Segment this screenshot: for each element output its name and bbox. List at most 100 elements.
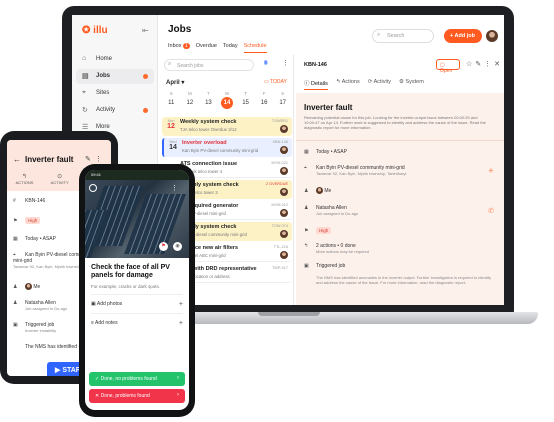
due-row: ▦ Today • ASAP — [304, 149, 347, 155]
card-day: 12 — [167, 123, 175, 130]
site-row[interactable]: ⌖ Kan Byin PV-diesel community mini-grid T… — [304, 165, 494, 177]
flag-icon: ⚑ — [304, 228, 309, 234]
tab-label: System — [405, 79, 424, 85]
tab-activity[interactable]: ⊙ ACTIVITY — [51, 173, 69, 185]
priority-row: ⚑ High — [13, 217, 41, 224]
job-search-input[interactable]: ⌕ Search jobs — [164, 59, 254, 71]
card-tag: TOWER1 — [271, 119, 288, 123]
phone-icon[interactable]: ✆ — [488, 207, 494, 215]
status-bar: 09:41 — [85, 170, 189, 180]
sidebar-item-jobs[interactable]: ▤ Jobs — [76, 69, 154, 84]
card-tag: TTL-216 — [273, 245, 288, 249]
job-card[interactable]: Mon 12 Weekly system check TJA telco towe… — [162, 117, 292, 136]
notification-dot — [143, 108, 148, 113]
user-avatar[interactable] — [486, 30, 498, 42]
tab-label: Details — [311, 81, 328, 87]
sidebar-item-sites[interactable]: ⌖ Sites — [76, 86, 154, 101]
camera-icon[interactable]: ◉ — [173, 242, 182, 251]
actions-row[interactable]: ↰ 2 actions • 0 done More actions may be r… — [304, 243, 369, 255]
collapse-sidebar-icon[interactable]: ⇤ — [142, 26, 149, 35]
sun-icon: ☀ — [487, 168, 494, 175]
tab-inbox[interactable]: Inbox 1 — [168, 43, 190, 53]
priority-badge: High — [25, 217, 41, 224]
sidebar-item-home[interactable]: ⌂ Home — [76, 52, 154, 67]
assignee-avatar — [280, 125, 288, 133]
calendar-icon: ▦ — [304, 149, 309, 155]
detail-tabs: ⓘ Details ↰ Actions ⟳ Activity ⚙ System — [304, 79, 424, 90]
priority-row: ⚑ High — [304, 227, 332, 234]
more-options-icon[interactable]: ⋮ — [282, 59, 289, 67]
laptop-notch — [258, 312, 320, 316]
sidebar-item-activity[interactable]: ↻ Activity — [76, 103, 154, 118]
tab-details[interactable]: ⓘ Details — [304, 79, 328, 90]
trigger-icon: ▣ — [304, 263, 309, 269]
assignee-avatar — [280, 146, 288, 154]
filter-icon[interactable]: ⩩ — [264, 60, 268, 68]
actions-note: More actions may be required — [316, 249, 369, 254]
trigger-row: ▣ Triggered job — [304, 263, 345, 269]
tab-label: ACTIONS — [15, 180, 34, 185]
job-card-selected[interactable]: Wed 14 Inverter overload Kan Byin PV-dies… — [162, 138, 292, 157]
chevron-right-icon: › — [177, 375, 179, 381]
month-selector[interactable]: April ▾ — [166, 79, 184, 86]
card-tag: TOW-074 — [271, 224, 288, 228]
weekday-letter: T — [244, 91, 247, 96]
assignee-name: Me — [324, 187, 332, 194]
more-options-icon[interactable]: ⋮ — [171, 184, 178, 192]
weekday-letter: M — [187, 91, 192, 96]
assignee-row[interactable]: ♟ Me — [304, 187, 331, 194]
job-id-row: # KBN-146 — [13, 198, 45, 204]
tab-actions[interactable]: ↰ ACTIONS — [16, 173, 34, 185]
status-dropdown[interactable]: ▢ Open — [436, 59, 460, 74]
edit-icon[interactable]: ✎ — [475, 61, 484, 68]
done-problems-button[interactable]: ✕ Done, problems found › — [89, 389, 185, 403]
weekday[interactable]: S 17 — [276, 91, 290, 111]
contact-row[interactable]: ♟ Natasha Allen Job assigned to Do-ago ✆ — [304, 205, 494, 217]
tab-activity[interactable]: ⟳ Activity — [368, 79, 391, 90]
star-icon[interactable]: ☆ — [466, 61, 475, 68]
done-no-problems-button[interactable]: ✓ Done, no problems found › — [89, 372, 185, 386]
edit-icon[interactable]: ✎ — [85, 156, 95, 163]
tab-today[interactable]: Today — [223, 43, 238, 53]
person-icon: ♟ — [304, 187, 309, 194]
contact-row[interactable]: ♟ Natasha Allen Job assigned to Do-ago — [13, 300, 67, 312]
add-job-button[interactable]: + Add job — [444, 29, 482, 43]
job-title: Inverter fault — [304, 103, 353, 112]
close-icon[interactable]: ✕ — [494, 61, 503, 68]
weekday[interactable]: T 13 — [201, 91, 215, 111]
today-button[interactable]: ▭ TODAY — [264, 79, 287, 85]
weekday-letter: W — [224, 91, 230, 96]
global-search-input[interactable]: ⌕ Search — [372, 29, 434, 43]
back-icon[interactable]: ← — [13, 155, 21, 164]
weekday-selected[interactable]: W 14 — [220, 91, 234, 111]
search-icon: ⌕ — [168, 61, 172, 67]
job-id: KBN-146 — [25, 198, 46, 204]
sites-icon: ⌖ — [82, 89, 86, 96]
checkbox-icon[interactable] — [89, 184, 97, 192]
tab-actions[interactable]: ↰ Actions — [336, 79, 360, 90]
jobs-icon: ▤ — [82, 73, 89, 80]
weekday[interactable]: M 12 — [183, 91, 197, 111]
contact-note: Job assigned to Do-ago — [25, 306, 68, 311]
tab-schedule[interactable]: Schedule — [243, 43, 267, 53]
weekday[interactable]: T 15 — [239, 91, 253, 111]
notes-icon: ≡ — [91, 320, 94, 326]
weekday[interactable]: S 11 — [164, 91, 178, 111]
day-number: 11 — [168, 100, 175, 106]
more-options-icon[interactable]: ⋮ — [95, 156, 106, 163]
more-options-icon[interactable]: ⋮ — [484, 61, 494, 68]
flag-icon[interactable]: ⚑ — [159, 242, 168, 251]
due-text: Today • ASAP — [25, 236, 56, 242]
tab-overdue[interactable]: Overdue — [196, 43, 217, 53]
weekday[interactable]: F 16 — [257, 91, 271, 111]
add-notes-row[interactable]: ≡ Add notes + — [91, 320, 183, 327]
add-photos-row[interactable]: ▣ Add photos + — [91, 301, 183, 308]
tab-label: ACTIVITY — [50, 180, 69, 185]
tab-system[interactable]: ⚙ System — [399, 79, 424, 90]
plus-icon: + — [178, 301, 183, 308]
due-text: Today • ASAP — [316, 149, 347, 155]
status-label: Open — [440, 68, 453, 74]
assignee-row[interactable]: ♟ Me — [13, 283, 40, 290]
app-logo[interactable]: ✪ illu — [82, 25, 108, 36]
actions-icon: ↰ — [304, 243, 309, 249]
